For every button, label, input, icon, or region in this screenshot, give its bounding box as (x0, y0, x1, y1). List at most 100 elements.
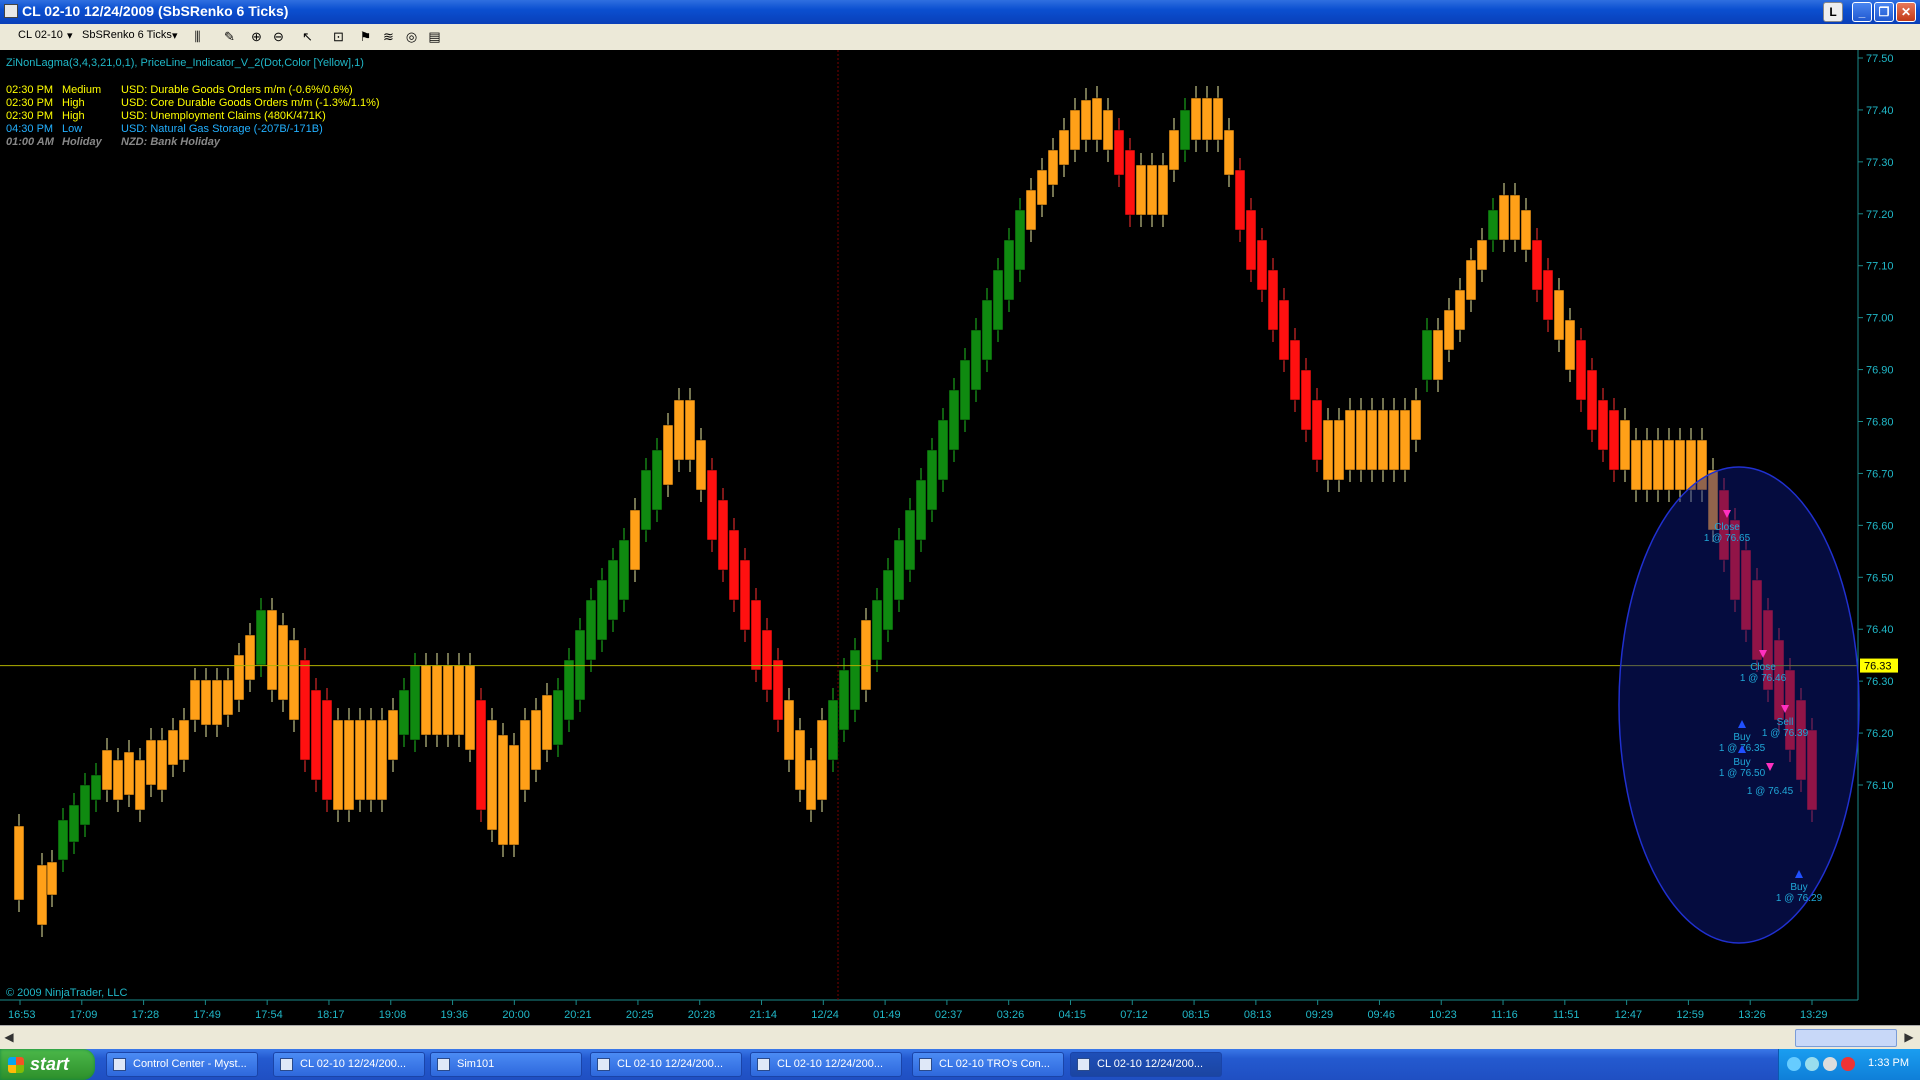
maximize-button[interactable]: ❐ (1874, 2, 1894, 22)
renko-brick (1674, 439, 1686, 491)
strategy-icon[interactable]: ⚑ (358, 29, 373, 44)
renko-brick (288, 639, 300, 721)
taskbar-item[interactable]: CL 02-10 12/24/200... (590, 1052, 742, 1077)
trade-qty: 1 @ 76.39 (1762, 728, 1809, 739)
renko-brick (1399, 409, 1411, 471)
network-icon[interactable] (1787, 1057, 1801, 1071)
taskbar-item[interactable]: CL 02-10 12/24/200... (750, 1052, 902, 1077)
time-tick-label: 20:21 (564, 1009, 592, 1021)
scroll-right-icon[interactable]: ▶ (1902, 1029, 1916, 1045)
renko-brick (1432, 329, 1444, 381)
news-text: USD: Core Durable Goods Orders m/m (-1.3… (121, 97, 380, 109)
data-box-icon[interactable]: ▤ (427, 29, 442, 44)
renko-brick (585, 599, 597, 661)
window-titlebar: CL 02-10 12/24/2009 (SbSRenko 6 Ticks) L… (0, 0, 1920, 24)
renko-brick (1157, 164, 1169, 216)
close-button[interactable]: ✕ (1896, 2, 1916, 22)
trade-side: Buy (1733, 732, 1750, 743)
time-tick-label: 20:25 (626, 1009, 654, 1021)
renko-brick (684, 399, 696, 461)
renko-brick (255, 609, 267, 666)
renko-brick (1003, 239, 1015, 301)
indicator-icon[interactable]: ≋ (381, 29, 396, 44)
taskbar-item-label: CL 02-10 12/24/200... (1097, 1058, 1204, 1070)
chart-canvas[interactable]: 77.50 77.40 77.30 77.20 77.10 77.00 76.90 76.80… (0, 50, 1920, 1025)
volume-icon[interactable] (1805, 1057, 1819, 1071)
window-icon (113, 1058, 126, 1071)
renko-brick (1542, 269, 1554, 321)
renko-brick (1652, 439, 1664, 491)
cursor-icon[interactable]: ↖ (300, 29, 315, 44)
renko-brick (244, 634, 256, 681)
renko-brick (1025, 189, 1037, 231)
crosshair-icon[interactable]: ⊡ (331, 29, 346, 44)
renko-brick (750, 599, 762, 671)
renko-brick (849, 649, 861, 711)
price-tick-label: 76.10 (1866, 780, 1894, 792)
taskbar-item[interactable]: CL 02-10 12/24/200... (273, 1052, 425, 1077)
renko-brick (970, 329, 982, 391)
bar-type-icon[interactable]: ⫼ (190, 29, 205, 44)
price-chart[interactable]: 77.50 77.40 77.30 77.20 77.10 77.00 76.90 76.80… (0, 50, 1920, 1025)
time-tick-label: 04:15 (1058, 1009, 1086, 1021)
period-select[interactable]: SbSRenko 6 Ticks (82, 29, 172, 41)
minimize-button[interactable]: _ (1852, 2, 1872, 22)
pencil-icon[interactable]: ✎ (222, 29, 237, 44)
price-tick-label: 76.20 (1866, 728, 1894, 740)
properties-icon[interactable]: ◎ (404, 29, 419, 44)
scroll-thumb[interactable] (1795, 1029, 1897, 1047)
news-text: NZD: Bank Holiday (121, 136, 221, 148)
renko-brick (46, 861, 58, 896)
renko-brick (310, 689, 322, 781)
price-tick-label: 77.40 (1866, 105, 1894, 117)
taskbar-item[interactable]: CL 02-10 TRO's Con... (912, 1052, 1064, 1077)
renko-brick (618, 539, 630, 601)
instrument-select[interactable]: CL 02-10 (18, 29, 63, 41)
horizontal-scrollbar[interactable]: ◀ ▶ (0, 1025, 1920, 1050)
renko-brick (167, 729, 179, 766)
l-button[interactable]: L (1823, 2, 1843, 22)
chevron-down-icon[interactable]: ▾ (172, 29, 178, 42)
renko-brick (1344, 409, 1356, 471)
renko-brick (431, 664, 443, 736)
renko-brick (343, 719, 355, 811)
taskbar: start Control Center - Myst... CL 02-10 1… (0, 1049, 1920, 1080)
renko-brick (805, 759, 817, 811)
taskbar-item-label: CL 02-10 12/24/200... (300, 1058, 407, 1070)
renko-brick (1058, 129, 1070, 166)
sync-icon[interactable] (1823, 1057, 1837, 1071)
taskbar-item[interactable]: Sim101 (430, 1052, 582, 1077)
trade-qty: 1 @ 76.65 (1704, 533, 1751, 544)
news-level: Low (62, 123, 82, 135)
taskbar-item[interactable]: Control Center - Myst... (106, 1052, 258, 1077)
renko-brick (574, 629, 586, 701)
taskbar-item[interactable]: CL 02-10 12/24/200... (1070, 1052, 1222, 1077)
renko-brick (1685, 439, 1697, 491)
renko-brick (1201, 97, 1213, 141)
renko-brick (79, 784, 91, 826)
renko-brick (277, 624, 289, 701)
time-tick-label: 02:37 (935, 1009, 963, 1021)
renko-brick (948, 389, 960, 451)
renko-brick (156, 739, 168, 791)
renko-brick (453, 664, 465, 736)
chevron-down-icon[interactable]: ▾ (67, 29, 73, 42)
renko-brick (717, 499, 729, 571)
renko-brick (387, 709, 399, 761)
renko-brick (783, 699, 795, 761)
renko-brick (1278, 299, 1290, 361)
renko-brick (1223, 129, 1235, 176)
renko-brick (409, 664, 421, 741)
start-button[interactable]: start (0, 1049, 95, 1080)
trade-side: Buy (1790, 882, 1807, 893)
trade-side: Buy (1733, 757, 1750, 768)
renko-brick (1663, 439, 1675, 491)
antivirus-icon[interactable] (1841, 1057, 1855, 1071)
time-tick-label: 18:17 (317, 1009, 345, 1021)
zoom-in-icon[interactable]: ⊕ (249, 29, 264, 44)
renko-brick (1509, 194, 1521, 241)
scroll-left-icon[interactable]: ◀ (2, 1029, 16, 1045)
zoom-out-icon[interactable]: ⊖ (271, 29, 286, 44)
taskbar-item-label: CL 02-10 TRO's Con... (939, 1058, 1050, 1070)
taskbar-item-label: Sim101 (457, 1058, 495, 1070)
